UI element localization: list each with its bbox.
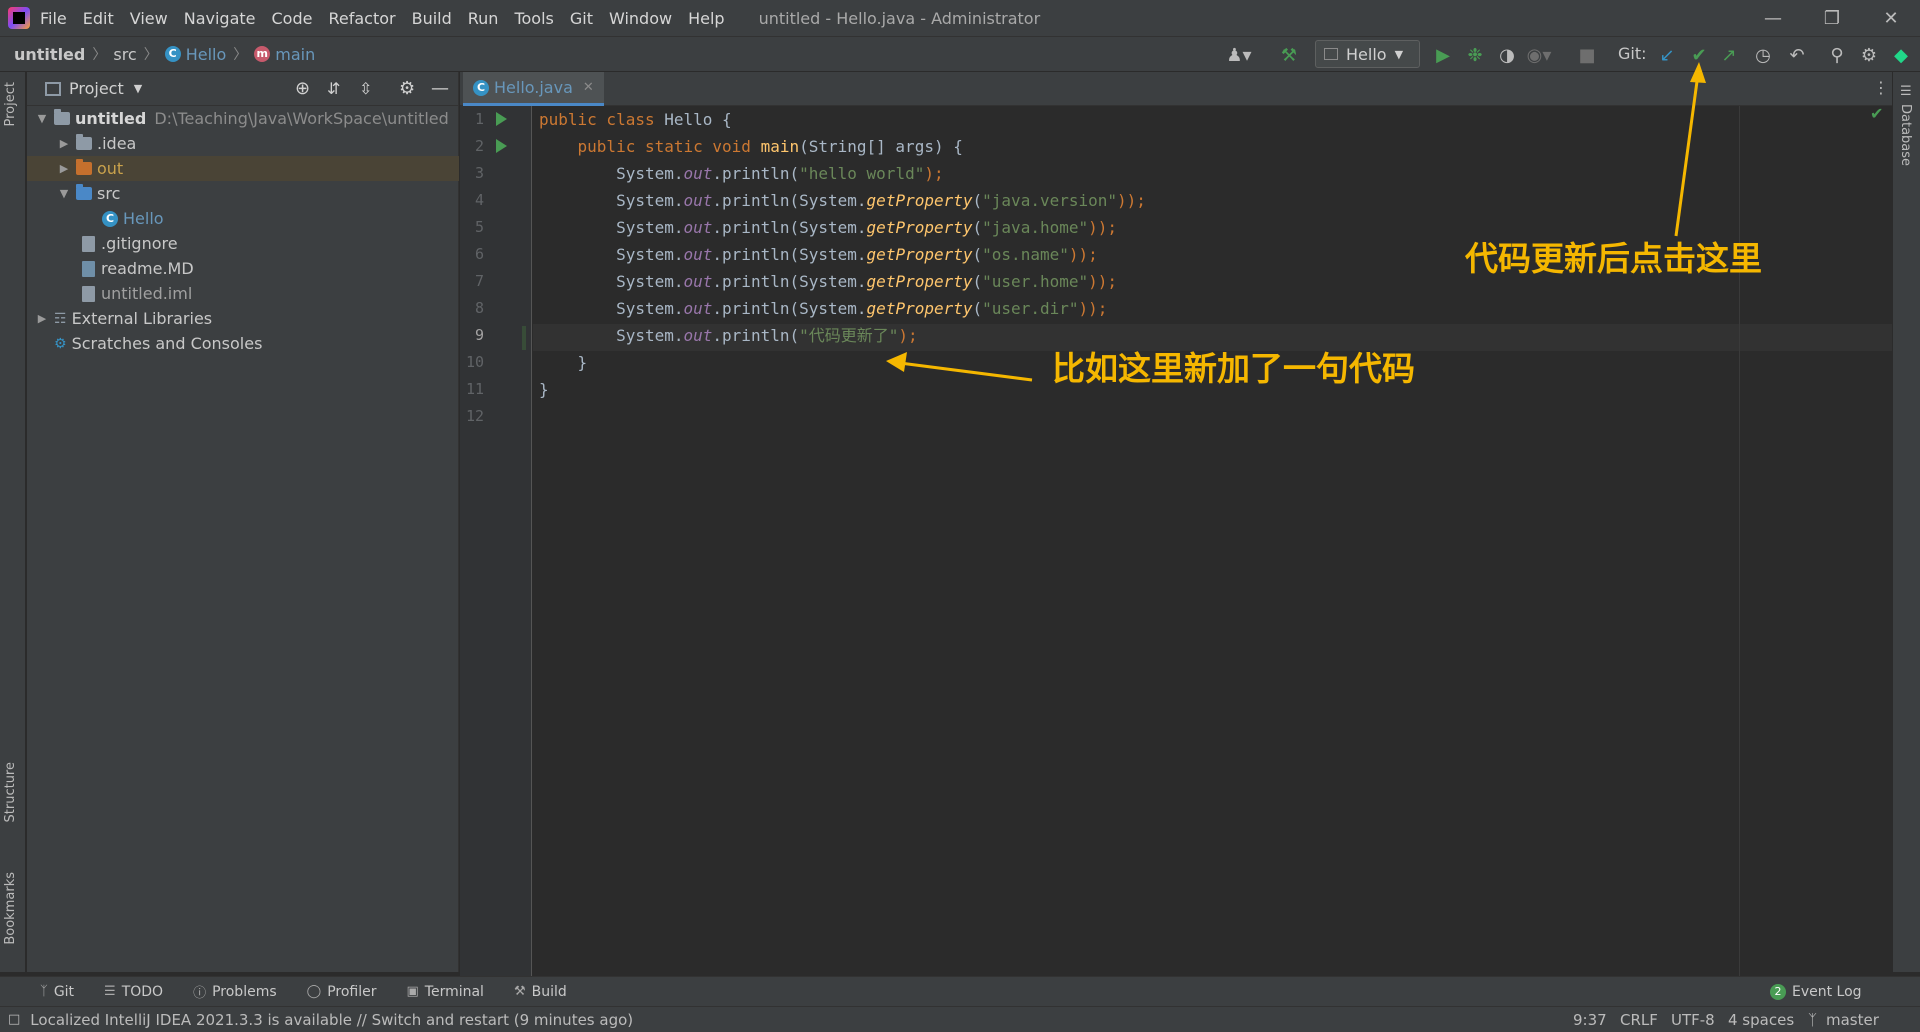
annotation-arrow-left <box>899 361 1033 382</box>
annotation-arrow-up <box>1674 73 1700 237</box>
annotation-arrowhead-left <box>886 352 907 372</box>
annotation-arrowhead-up <box>1690 62 1706 83</box>
annotation-arrows <box>886 62 1706 382</box>
annotation-commit-note: 代码更新后点击这里 <box>1465 239 1762 278</box>
annotation-code-note: 比如这里新加了一句代码 <box>1052 349 1415 388</box>
